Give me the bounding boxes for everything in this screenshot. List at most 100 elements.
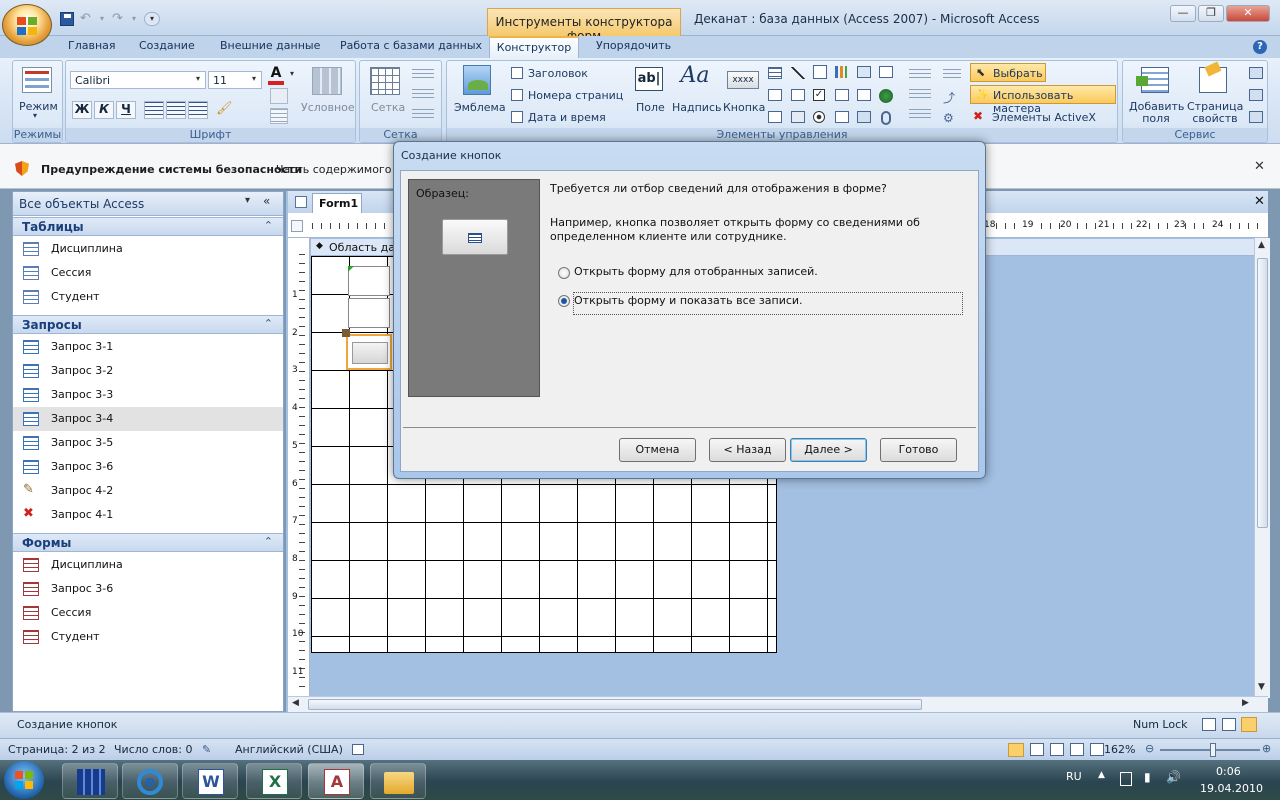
macro-icon[interactable] xyxy=(352,744,364,755)
taskbar-library-app[interactable] xyxy=(62,763,118,799)
hyperlink-icon[interactable] xyxy=(879,89,893,103)
back-button[interactable]: < Назад xyxy=(709,438,786,462)
nav-section-header[interactable]: Таблицы ⌃ xyxy=(13,217,283,236)
zoom-level[interactable]: 162% xyxy=(1104,743,1135,756)
finish-button[interactable]: Готово xyxy=(880,438,957,462)
collapse-icon[interactable]: ⌃ xyxy=(264,219,273,232)
office-button[interactable] xyxy=(2,4,52,46)
zoom-out-icon[interactable]: ⊖ xyxy=(1145,742,1154,755)
network-icon[interactable]: ▮ xyxy=(1144,770,1151,784)
line-thickness-icon[interactable] xyxy=(909,69,931,79)
volume-icon[interactable]: 🔊 xyxy=(1166,770,1181,784)
nav-item[interactable]: Запрос 3-6 xyxy=(13,455,283,479)
special-effect-icon[interactable] xyxy=(909,109,931,119)
vertical-scrollbar[interactable]: ▲ ▼ xyxy=(1254,238,1270,698)
new-command-button-control[interactable] xyxy=(346,334,392,370)
image-icon[interactable] xyxy=(857,66,871,78)
underline-button[interactable]: Ч xyxy=(116,101,136,119)
collapse-icon[interactable]: ⌃ xyxy=(264,317,273,330)
listbox-icon[interactable] xyxy=(857,89,871,101)
date-time-button[interactable]: Дата и время xyxy=(528,111,606,124)
chevron-down-icon[interactable]: ▾ xyxy=(290,69,294,78)
unbound-frame-icon[interactable] xyxy=(835,111,849,123)
page-numbers-button[interactable]: Номера страниц xyxy=(528,89,623,102)
draft-icon[interactable] xyxy=(1090,743,1104,756)
tab-design[interactable]: Конструктор xyxy=(489,36,579,59)
subform-icon[interactable] xyxy=(835,89,849,101)
form-control[interactable] xyxy=(348,266,390,296)
nav-item[interactable]: Запрос 3-5 xyxy=(13,431,283,455)
start-button[interactable] xyxy=(4,761,44,799)
redo-icon[interactable]: ↷ xyxy=(112,12,126,26)
zoom-thumb[interactable] xyxy=(1210,743,1216,757)
view-button[interactable]: Режим xyxy=(19,100,58,113)
clock-date[interactable]: 19.04.2010 xyxy=(1200,782,1263,795)
undo-icon[interactable]: ↶ xyxy=(80,12,94,26)
spellcheck-icon[interactable]: ✎ xyxy=(202,743,211,756)
taskbar-word[interactable]: W xyxy=(182,763,238,799)
activex-button[interactable]: Элементы ActiveX xyxy=(992,111,1096,124)
line-color-icon[interactable] xyxy=(412,109,434,119)
toggle-button-icon[interactable] xyxy=(791,111,805,123)
bound-frame-icon[interactable] xyxy=(813,65,827,79)
align-right-button[interactable] xyxy=(188,101,208,119)
attachment-icon[interactable] xyxy=(881,111,891,125)
option-filtered-records-label[interactable]: Открыть форму для отобранных записей. xyxy=(574,265,818,278)
view-code-icon[interactable] xyxy=(1249,111,1263,123)
label-button[interactable]: Надпись xyxy=(672,101,722,114)
save-icon[interactable] xyxy=(60,12,74,26)
line-icon[interactable] xyxy=(791,67,805,79)
align-left-button[interactable] xyxy=(144,101,164,119)
tab-arrange[interactable]: Упорядочить xyxy=(596,39,671,52)
grid-button[interactable]: Сетка xyxy=(371,101,405,114)
page-break-icon[interactable] xyxy=(791,89,805,101)
chevron-down-icon[interactable]: ▾ xyxy=(132,12,138,26)
taskbar-internet-explorer[interactable]: e xyxy=(122,763,178,799)
scroll-up-icon[interactable]: ▲ xyxy=(1258,240,1265,250)
button-control-button[interactable]: Кнопка xyxy=(723,101,765,114)
subform-new-window-icon[interactable] xyxy=(1249,89,1263,101)
nav-item[interactable]: Дисциплина xyxy=(13,237,283,261)
nav-item[interactable]: Запрос 3-1 xyxy=(13,335,283,359)
chevron-down-icon[interactable]: ▾ xyxy=(33,111,37,120)
language-indicator[interactable]: RU xyxy=(1066,770,1082,783)
tab-control-icon[interactable] xyxy=(768,67,782,79)
cancel-button[interactable]: Отмена xyxy=(619,438,696,462)
option-all-records-radio[interactable] xyxy=(558,295,570,307)
nav-section-header[interactable]: Запросы ⌃ xyxy=(13,315,283,334)
option-button-icon[interactable] xyxy=(813,111,825,123)
nav-item[interactable]: Запрос 3-2 xyxy=(13,359,283,383)
tab-form1[interactable]: Form1 xyxy=(312,193,362,213)
form-view-icon[interactable] xyxy=(1202,718,1216,731)
checkbox-icon[interactable]: ✓ xyxy=(813,89,825,101)
gridlines-icon[interactable] xyxy=(270,108,288,124)
tab-database-tools[interactable]: Работа с базами данных xyxy=(340,39,482,52)
nav-item[interactable]: Студент xyxy=(13,285,283,309)
navigation-pane-header[interactable]: Все объекты Access ▾ « xyxy=(13,192,283,216)
image-control-icon[interactable] xyxy=(857,111,871,123)
collapse-pane-icon[interactable]: « xyxy=(263,194,270,208)
bold-button[interactable]: Ж xyxy=(72,101,92,119)
format-painter-icon[interactable]: 🖌 xyxy=(216,101,234,119)
next-button[interactable]: Далее > xyxy=(790,438,867,462)
zoom-in-icon[interactable]: ⊕ xyxy=(1262,742,1271,755)
horizontal-scrollbar[interactable]: ◀ ▶ xyxy=(288,696,1268,712)
print-layout-icon[interactable] xyxy=(1008,743,1024,757)
close-document-icon[interactable]: ✕ xyxy=(1254,194,1265,209)
close-icon[interactable]: ✕ xyxy=(1254,159,1265,174)
align-center-button[interactable] xyxy=(166,101,186,119)
nav-item[interactable]: Сессия xyxy=(13,261,283,285)
conditional-format-button[interactable]: Условное xyxy=(301,101,355,114)
taskbar-access[interactable]: A xyxy=(308,763,364,799)
italic-button[interactable]: К xyxy=(94,101,114,119)
nav-item[interactable]: Запрос 3-3 xyxy=(13,383,283,407)
field-button[interactable]: Поле xyxy=(636,101,665,114)
close-button[interactable]: ✕ xyxy=(1226,5,1270,22)
set-control-defaults-icon[interactable]: ⚙ xyxy=(943,111,957,125)
taskbar-explorer[interactable] xyxy=(370,763,426,799)
scroll-thumb[interactable] xyxy=(1257,258,1268,528)
font-name-select[interactable]: Calibri xyxy=(70,71,206,89)
full-screen-icon[interactable] xyxy=(1030,743,1044,756)
nav-item[interactable]: Дисциплина xyxy=(13,553,283,577)
tab-external-data[interactable]: Внешние данные xyxy=(220,39,320,52)
